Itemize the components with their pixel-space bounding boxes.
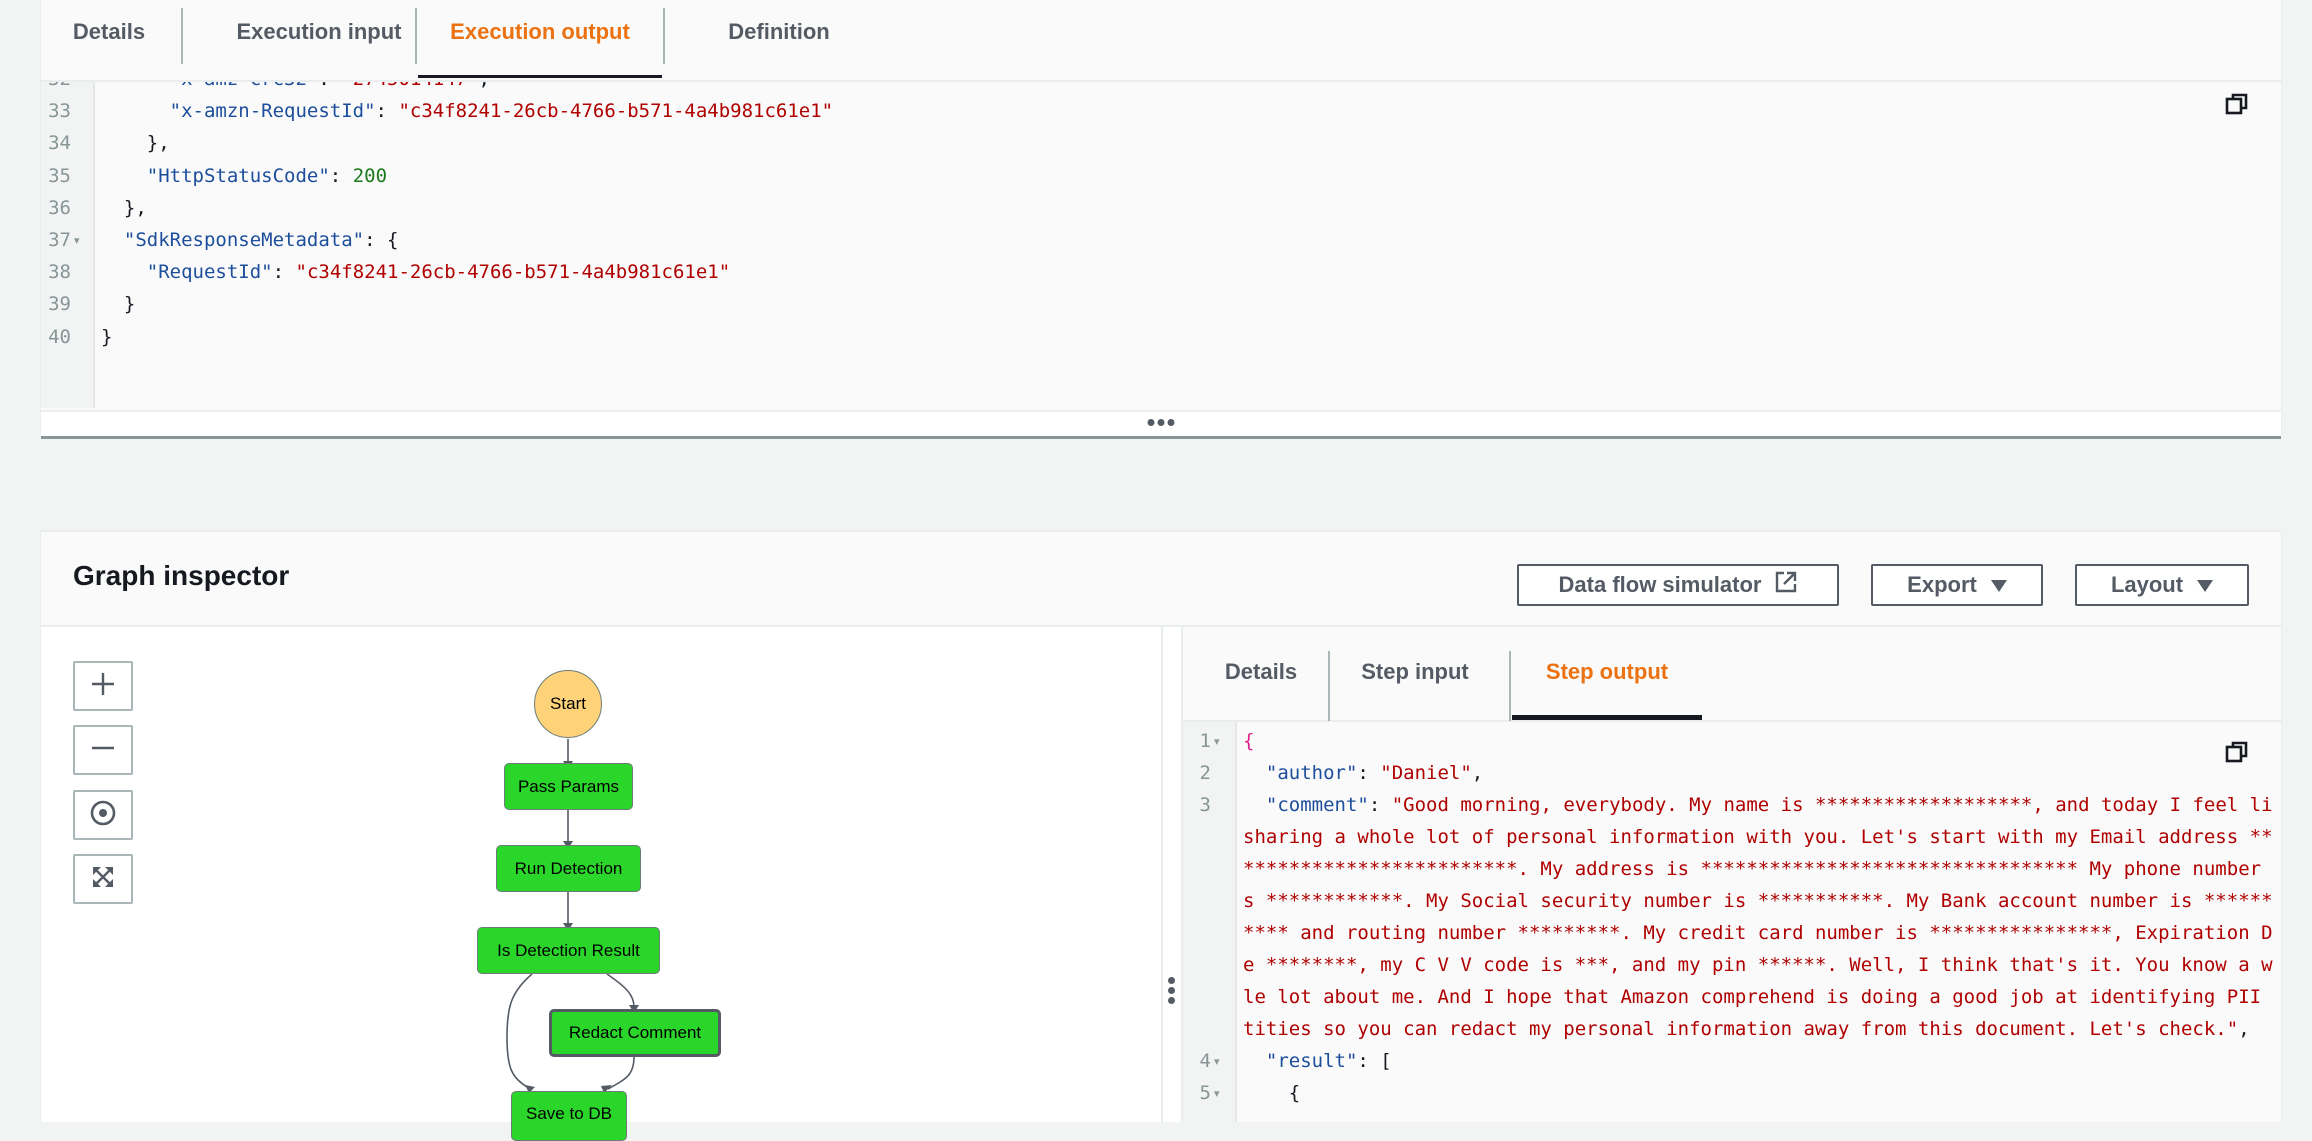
node-run-detection[interactable]: Run Detection [496,845,641,892]
resize-handle-icon[interactable] [1147,419,1175,426]
graph-inspector-title: Graph inspector [73,560,290,591]
tab-step-details[interactable]: Details [1201,627,1321,720]
copy-icon[interactable] [2225,740,2249,764]
code-line: sharing a whole lot of personal informat… [1243,826,2273,848]
node-is-detection-result[interactable]: Is Detection Result [477,927,660,974]
export-label: Export [1907,572,1977,597]
tab-details[interactable]: Details [41,0,177,80]
line-number: 1 [1199,730,1211,752]
line-number: 40 [48,325,71,348]
export-button[interactable]: Export [1871,564,2043,606]
layout-label: Layout [2110,572,2184,597]
tab-divider [1328,651,1330,721]
fold-toggle-icon[interactable]: ▾ [1214,1055,1220,1068]
step-output-editor[interactable]: 1 ▾{2 "author": "Daniel", 3 "comment": "Go… [1183,722,2281,1122]
step-details-panel: Details Step input Step output 1 ▾{2 "aut… [1183,627,2281,1122]
external-link-icon [1775,571,1797,599]
graph-inspector-panel: Graph inspector Data flow simulator Expo… [40,530,2282,1141]
code-line: e ********, my C V V code is ***, and my… [1243,954,2273,976]
drag-handle-icon[interactable] [1168,977,1175,1004]
panel-splitter[interactable] [1161,627,1183,1122]
node-redact-comment[interactable]: Redact Comment [549,1009,721,1057]
code-line: { [1243,1082,1301,1104]
edge-is-detection-result-to-redact-comment [606,973,635,1008]
line-number: 34 [48,132,71,155]
line-number: 37 [48,229,71,251]
data-flow-simulator-button[interactable]: Data flow simulator [1517,564,1839,606]
graph-inspector-header: Graph inspector Data flow simulator Expo… [41,532,2281,627]
execution-panel: Details Execution input Execution output… [40,0,2282,439]
fold-toggle-icon[interactable]: ▾ [1214,1087,1220,1100]
workflow-graph-canvas[interactable]: Start Pass Params Run Detection Is Detec… [41,627,1161,1141]
tab-step-output[interactable]: Step output [1512,627,1702,720]
code-line: "x-amz-crc32": "2745014147", [101,82,490,90]
line-number: 36 [48,196,71,219]
tab-divider [1509,651,1511,721]
layout-button[interactable]: Layout [2075,564,2249,606]
code-line: { [1243,730,1255,752]
execution-tabs: Details Execution input Execution output… [41,0,2281,82]
tab-step-input[interactable]: Step input [1333,627,1497,720]
code-line: } [123,293,136,316]
copy-icon[interactable] [2225,92,2249,116]
execution-output-editor[interactable]: 32 "x-amz-crc32": "2745014147", 33 "x-amz… [41,82,2281,408]
edge-is-detection-result-to-save-to-db [506,973,533,1090]
edge-redact-comment-to-save-to-db [607,1056,635,1090]
code-line: s ************. My Social security numbe… [1243,890,2273,912]
tab-execution-output[interactable]: Execution output [418,0,662,80]
fold-toggle-icon[interactable]: ▾ [74,234,80,247]
caret-down-icon [2197,572,2214,598]
code-line: "RequestId": "c34f8241-26cb-4766-b571-4a… [146,261,731,284]
code-line: "x-amzn-RequestId": "c34f8241-26cb-4766-… [169,100,834,123]
code-line: tities so you can redact my personal inf… [1243,1018,2250,1040]
caret-down-icon [1990,572,2007,598]
node-start[interactable]: Start [534,670,602,738]
fold-toggle-icon[interactable]: ▾ [1214,735,1220,748]
step-tabs: Details Step input Step output [1183,627,2281,722]
code-line: "result": [ [1243,1050,1392,1072]
line-number: 2 [1199,762,1211,784]
line-number: 4 [1199,1050,1211,1072]
code-line: **** and routing number *********. My cr… [1243,922,2273,944]
code-line: "author": "Daniel", [1243,762,1484,784]
line-number: 32 [41,82,71,90]
code-line: }, [146,132,170,155]
code-line: }, [123,196,147,219]
line-number: 35 [48,164,71,187]
line-number: 5 [1199,1082,1211,1104]
line-number: 39 [48,293,71,316]
code-line: } [101,325,113,348]
line-number: 33 [48,100,71,123]
line-number: 38 [48,261,71,284]
data-flow-simulator-label: Data flow simulator [1558,572,1762,597]
tab-definition[interactable]: Definition [665,0,893,80]
node-pass-params[interactable]: Pass Params [504,763,633,810]
line-number: 3 [1199,794,1211,816]
editor-resize-bar[interactable] [41,410,2281,439]
code-line: ************************. My address is … [1243,858,2262,880]
code-line: "comment": "Good morning, everybody. My … [1243,794,2273,816]
tab-divider [415,8,417,64]
node-save-to-db[interactable]: Save to DB [511,1091,627,1141]
code-line: "SdkResponseMetadata": { [123,229,399,251]
code-line: "HttpStatusCode": 200 [146,164,388,187]
code-line: le lot about me. And I hope that Amazon … [1243,986,2273,1008]
